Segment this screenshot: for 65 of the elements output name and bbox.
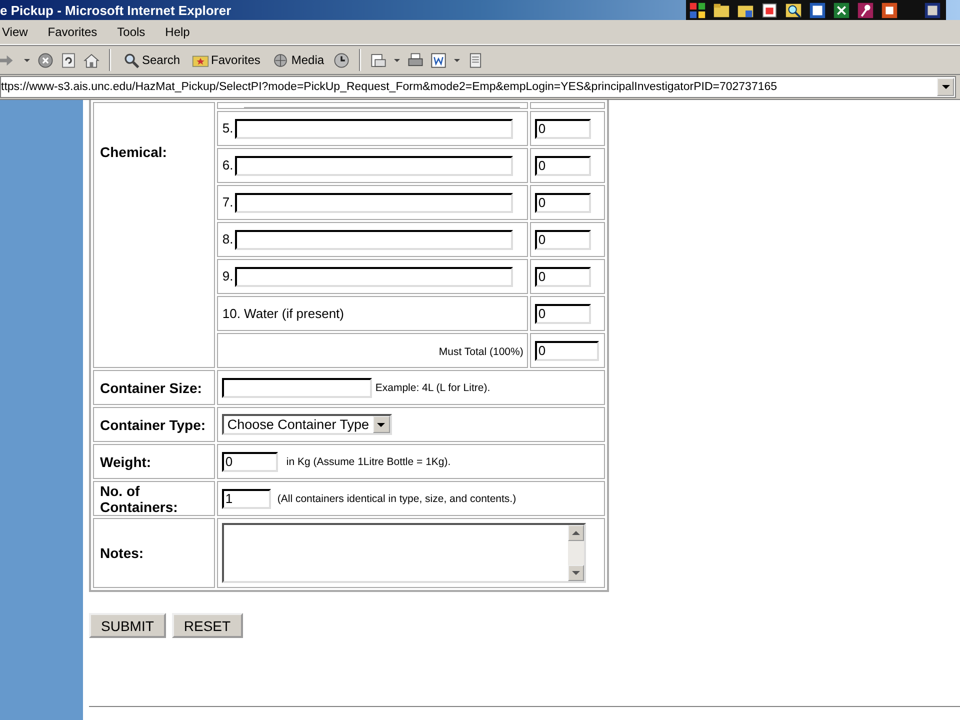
chemical-name-field[interactable] — [235, 266, 514, 286]
dropdown-button[interactable] — [937, 78, 954, 96]
row-number: 5. — [222, 120, 234, 135]
address-field[interactable]: ttps://www-s3.ais.unc.edu/HazMat_Pickup/SelectPI?mode=PickUp_Request_Form&mode2=Emp&empLogin=YES&principalInvestigatorPID=702737165 — [0, 76, 956, 98]
row-label: 10. Water (if present) — [222, 306, 344, 321]
count-field[interactable]: 1 — [222, 488, 272, 508]
percent-field[interactable]: 0 — [535, 266, 592, 286]
window-title: e Pickup - Microsoft Internet Explorer — [0, 2, 232, 18]
scroll-bar[interactable] — [568, 525, 584, 581]
row-number: 8. — [222, 230, 234, 246]
total-label: Must Total (100%) — [438, 346, 524, 358]
document-icon[interactable] — [808, 0, 827, 20]
menu-item[interactable]: Help — [163, 25, 192, 39]
up-arrow-icon — [572, 530, 580, 536]
refresh-icon[interactable] — [60, 52, 77, 68]
container-size-field[interactable] — [222, 378, 372, 398]
home-icon[interactable] — [83, 52, 100, 68]
percent-field[interactable]: 0 — [535, 118, 592, 138]
reset-button[interactable]: RESET — [172, 613, 243, 638]
submit-button[interactable]: SUBMIT — [89, 613, 166, 638]
window-icon[interactable] — [760, 0, 779, 20]
document-icon[interactable] — [430, 52, 448, 68]
chemical-name-field[interactable] — [235, 192, 514, 212]
percent-field[interactable]: 0 — [535, 192, 592, 212]
hint-text: in Kg (Assume 1Litre Bottle = 1Kg). — [286, 456, 451, 468]
percent-field[interactable]: 0 — [535, 304, 592, 324]
down-arrow-icon — [572, 570, 580, 576]
field-label: Container Type: — [100, 416, 206, 432]
key-icon[interactable] — [856, 0, 875, 20]
field-label: No. of Containers: — [100, 482, 178, 514]
percent-field[interactable]: 0 — [535, 230, 592, 250]
toolbar-button[interactable]: Favorites — [189, 52, 264, 68]
field-label: Container Size: — [100, 380, 202, 396]
toolbar-button[interactable]: Search — [120, 52, 184, 68]
chemical-name-field[interactable] — [235, 230, 514, 250]
menu-item[interactable]: Tools — [115, 25, 148, 39]
globe-icon — [272, 52, 290, 68]
notes-field[interactable] — [222, 523, 586, 583]
hint-text: (All containers identical in type, size, and contents.) — [277, 492, 516, 504]
container-type-dropdown[interactable]: Choose Container Type — [222, 414, 392, 435]
toolbar-button[interactable]: Media — [269, 52, 328, 68]
row-number: 7. — [222, 194, 234, 209]
hint-text: Example: 4L (L for Litre). — [375, 382, 490, 394]
field-label: Chemical: — [100, 144, 167, 160]
field-label: Notes: — [100, 545, 144, 561]
url-text: ttps://www-s3.ais.unc.edu/HazMat_Pickup/SelectPI?mode=PickUp_Request_Form&mode2=Emp&empLogin=YES&principalInvestigatorPID=702737165 — [1, 81, 778, 93]
field-label: Weight: — [100, 454, 152, 470]
slide-icon[interactable] — [880, 0, 899, 20]
window-icon[interactable] — [923, 0, 942, 20]
stop-icon[interactable] — [37, 52, 54, 68]
grid-icon[interactable] — [688, 0, 707, 20]
weight-field[interactable]: 0 — [222, 452, 278, 472]
chemical-name-field[interactable] — [235, 118, 514, 138]
caret-icon — [942, 84, 950, 90]
percent-field[interactable]: 0 — [535, 156, 592, 176]
chemical-name-field[interactable] — [235, 156, 514, 176]
menu-item[interactable]: View — [0, 25, 30, 39]
total-field[interactable]: 0 — [535, 340, 600, 360]
menu-item[interactable]: Favorites — [46, 25, 100, 39]
caret-icon — [377, 422, 386, 428]
search-icon — [123, 52, 140, 68]
spreadsheet-icon[interactable] — [832, 0, 851, 20]
printer-icon[interactable] — [407, 52, 424, 68]
row-number: 9. — [222, 268, 234, 283]
row-number: 6. — [222, 156, 234, 172]
